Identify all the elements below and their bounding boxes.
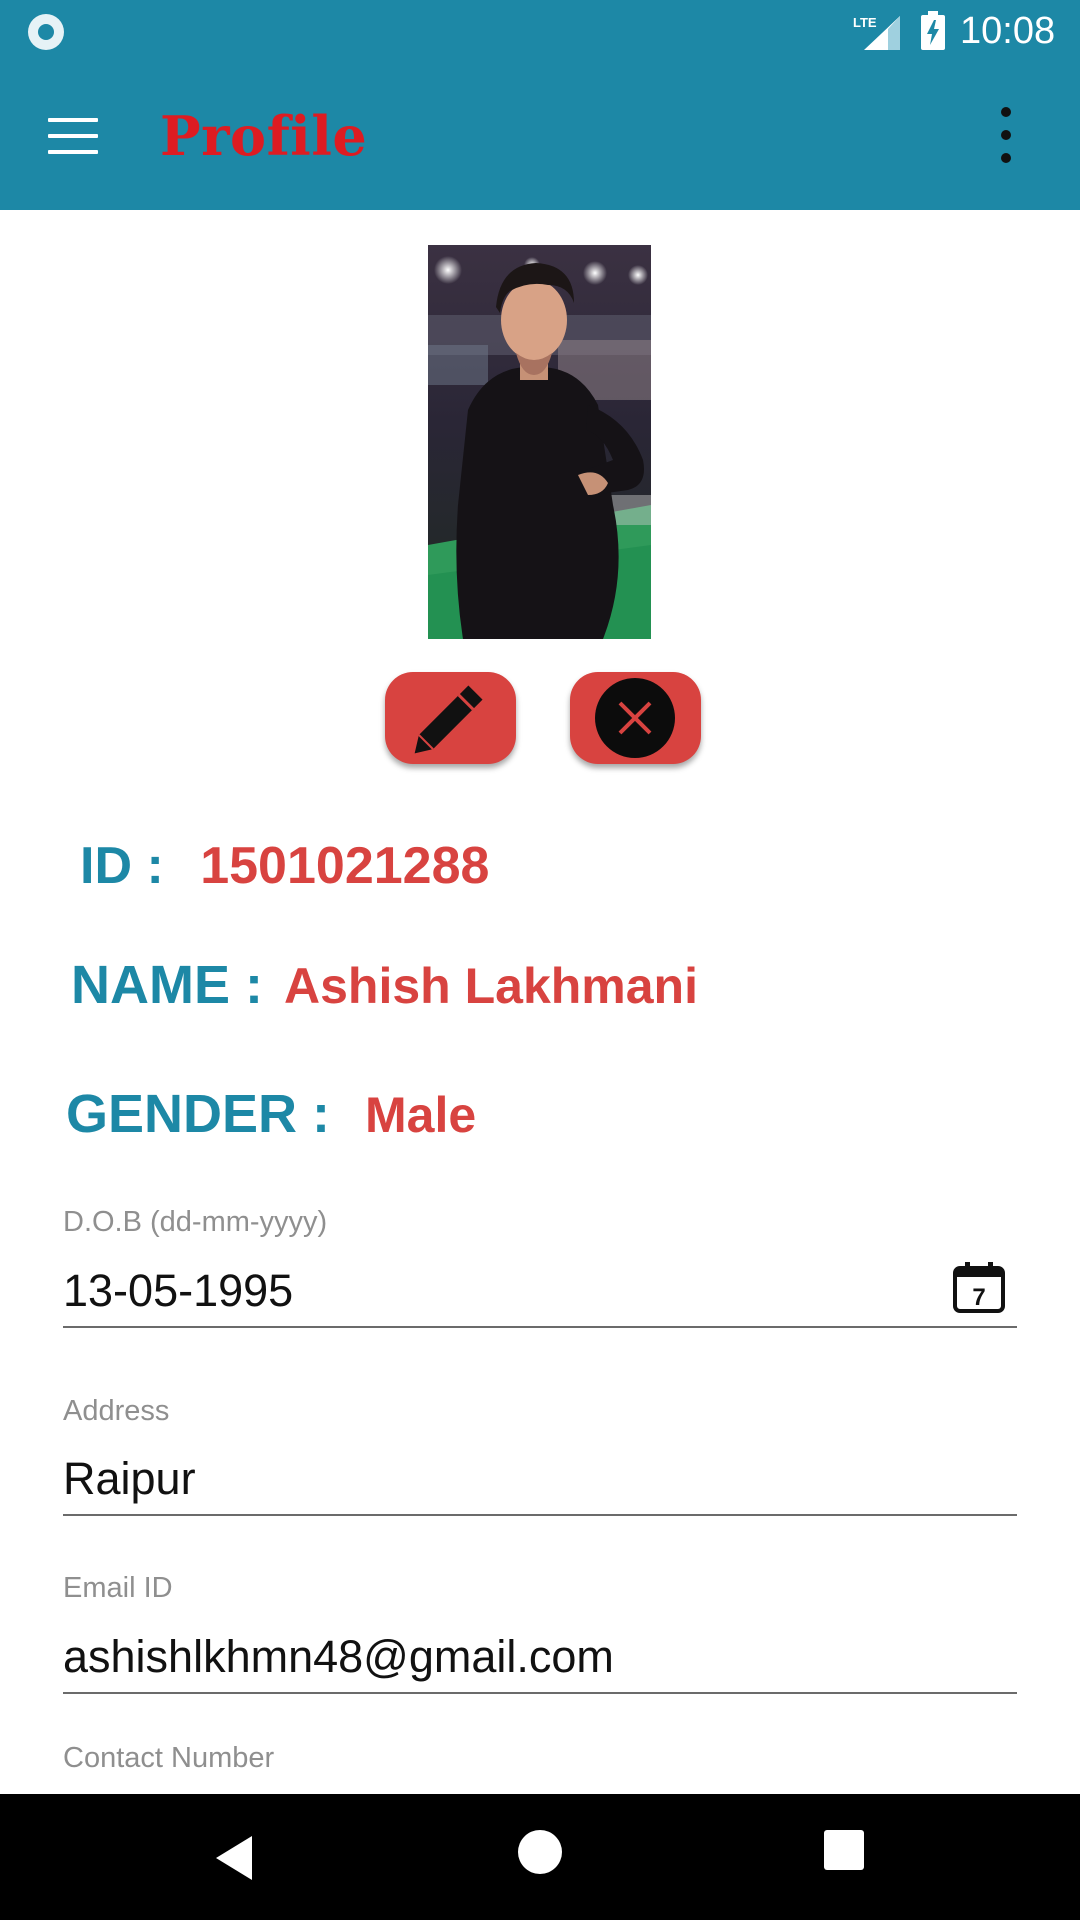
address-label: Address bbox=[63, 1395, 170, 1427]
gender-label: GENDER : bbox=[66, 1084, 331, 1144]
contact-label: Contact Number bbox=[63, 1742, 275, 1774]
gender-row: GENDER : Male bbox=[66, 1083, 476, 1145]
remove-photo-button[interactable] bbox=[570, 672, 701, 764]
app-bar: Profile bbox=[0, 63, 1080, 210]
status-bar: LTE 10:08 bbox=[0, 0, 1080, 63]
dob-label: D.O.B (dd-mm-yyyy) bbox=[63, 1206, 328, 1238]
name-value: Ashish Lakhmani bbox=[284, 958, 698, 1014]
edit-photo-button[interactable] bbox=[385, 672, 516, 764]
email-label: Email ID bbox=[63, 1572, 173, 1604]
name-row: NAME : Ashish Lakhmani bbox=[71, 954, 698, 1016]
address-underline bbox=[63, 1514, 1017, 1516]
name-label: NAME : bbox=[71, 955, 263, 1015]
close-icon bbox=[595, 678, 675, 758]
system-nav-bar bbox=[0, 1794, 1080, 1920]
gender-value: Male bbox=[365, 1087, 477, 1143]
pencil-icon bbox=[414, 685, 483, 754]
recents-square-icon[interactable] bbox=[824, 1830, 864, 1870]
dob-underline bbox=[63, 1326, 1017, 1328]
back-triangle-icon[interactable] bbox=[212, 1834, 256, 1882]
profile-photo bbox=[428, 245, 651, 639]
calendar-icon[interactable]: 7 bbox=[952, 1260, 1006, 1314]
email-field[interactable]: ashishlkhmn48@gmail.com bbox=[63, 1631, 614, 1683]
notification-circle-icon bbox=[28, 14, 64, 50]
calendar-day: 7 bbox=[972, 1284, 985, 1311]
address-field[interactable]: Raipur bbox=[63, 1453, 196, 1505]
dob-field[interactable]: 13-05-1995 bbox=[63, 1265, 293, 1317]
lte-signal-icon: LTE bbox=[853, 15, 900, 50]
page-title: Profile bbox=[160, 104, 368, 168]
home-circle-icon[interactable] bbox=[518, 1830, 562, 1874]
email-underline bbox=[63, 1692, 1017, 1694]
person-photo-icon bbox=[428, 245, 651, 639]
overflow-menu-icon[interactable] bbox=[994, 107, 1018, 171]
id-row: ID : 1501021288 bbox=[80, 836, 489, 896]
hamburger-menu-icon[interactable] bbox=[48, 118, 98, 156]
id-label: ID : bbox=[80, 837, 164, 895]
lte-label: LTE bbox=[853, 15, 877, 30]
status-time: 10:08 bbox=[960, 10, 1056, 52]
battery-charging-icon bbox=[921, 11, 945, 50]
id-value: 1501021288 bbox=[200, 837, 490, 895]
